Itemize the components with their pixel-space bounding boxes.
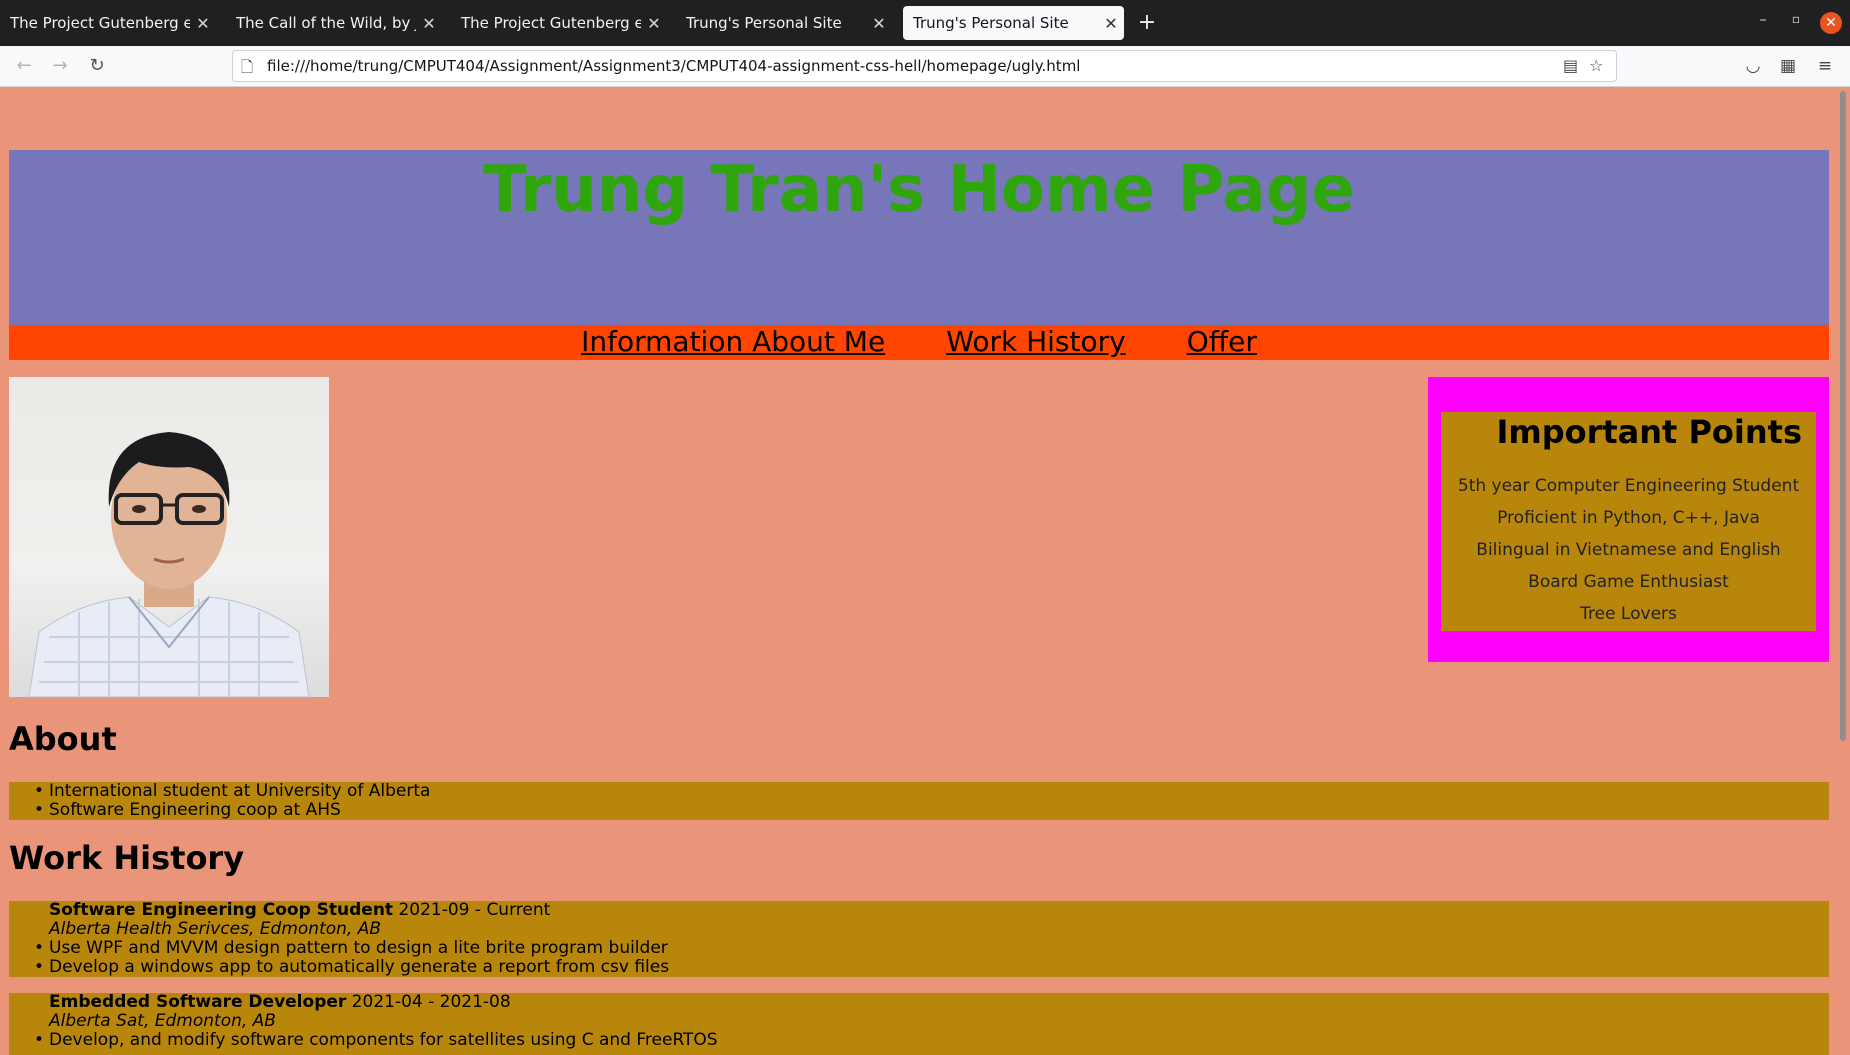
page-scrollbar[interactable]: [1838, 87, 1850, 1055]
tab-title: Trung's Personal Site: [686, 14, 842, 32]
nav-link-work-history[interactable]: Work History: [946, 325, 1125, 359]
site-nav: Information About Me Work History Offer: [9, 325, 1829, 360]
bookmark-star-icon[interactable]: ☆: [1589, 56, 1603, 75]
scrollbar-thumb[interactable]: [1840, 91, 1846, 741]
job-title: Embedded Software Developer: [49, 992, 347, 1012]
back-icon[interactable]: ←: [12, 54, 36, 78]
list-item: Software Engineering coop at AHS: [34, 801, 1829, 821]
close-icon[interactable]: ✕: [416, 14, 442, 33]
job-entry: Embedded Software Developer 2021-04 - 20…: [9, 993, 1829, 1055]
new-tab-icon[interactable]: +: [1135, 10, 1159, 35]
browser-tab[interactable]: Trung's Personal Site ✕: [676, 6, 892, 40]
extension-icon[interactable]: ▦: [1777, 56, 1799, 76]
list-item: Bilingual in Vietnamese and English: [1476, 540, 1781, 560]
list-item: Tree Lovers: [1580, 604, 1677, 624]
list-item: Develop a windows app to automatically g…: [34, 958, 1829, 978]
about-list: International student at University of A…: [9, 782, 1829, 821]
menu-icon[interactable]: ≡: [1814, 56, 1836, 76]
browser-tab[interactable]: The Project Gutenberg eBoo ✕: [0, 6, 216, 40]
url-bar[interactable]: 🗋 file:///home/trung/CMPUT404/Assignment…: [232, 50, 1617, 82]
important-points-heading: Important Points: [1496, 413, 1802, 451]
browser-tab[interactable]: The Project Gutenberg eBoo ✕: [451, 6, 667, 40]
header-banner: Trung Tran's Home Page: [9, 150, 1829, 325]
job-header: Software Engineering Coop Student 2021-0…: [49, 901, 1829, 920]
work-history-heading: Work History: [9, 839, 245, 877]
list-item: Board Game Enthusiast: [1528, 572, 1729, 592]
close-icon[interactable]: ✕: [190, 14, 216, 33]
close-icon[interactable]: ✕: [866, 14, 892, 33]
nav-link-offer[interactable]: Offer: [1187, 325, 1257, 359]
list-item: International student at University of A…: [34, 782, 1829, 802]
tab-title: The Project Gutenberg eBoo: [10, 14, 190, 32]
tab-title: The Call of the Wild, by Jack: [236, 14, 416, 32]
window-close-icon[interactable]: ✕: [1820, 12, 1842, 34]
close-icon[interactable]: ✕: [641, 14, 667, 33]
important-points-inner: Important Points 5th year Computer Engin…: [1441, 412, 1816, 631]
job-dates: 2021-04 - 2021-08: [346, 992, 511, 1012]
forward-icon[interactable]: →: [48, 54, 72, 78]
page-icon: 🗋: [241, 58, 254, 76]
job-location: Alberta Sat, Edmonton, AB: [49, 1011, 276, 1031]
page-title: Trung Tran's Home Page: [483, 153, 1355, 227]
minimize-icon[interactable]: –: [1752, 12, 1774, 28]
restore-icon[interactable]: ▫: [1785, 12, 1807, 26]
job-location: Alberta Health Serivces, Edmonton, AB: [49, 919, 382, 939]
list-item: 5th year Computer Engineering Student: [1457, 476, 1800, 496]
job-header: Embedded Software Developer 2021-04 - 20…: [49, 993, 1829, 1012]
job-details: Software Engineering Coop Student 2021-0…: [9, 901, 1829, 978]
job-details: Embedded Software Developer 2021-04 - 20…: [9, 993, 1829, 1051]
close-icon[interactable]: ✕: [1098, 14, 1124, 33]
browser-tab-bar: The Project Gutenberg eBoo ✕ The Call of…: [0, 0, 1850, 46]
important-points-list: 5th year Computer Engineering Student Pr…: [1441, 470, 1816, 630]
tab-title: The Project Gutenberg eBoo: [461, 14, 641, 32]
browser-tab-active[interactable]: Trung's Personal Site ✕: [903, 6, 1124, 40]
important-points-box: Important Points 5th year Computer Engin…: [1428, 377, 1829, 662]
job-dates: 2021-09 - Current: [393, 900, 551, 920]
reader-view-icon[interactable]: ▤: [1563, 56, 1578, 75]
profile-photo-illustration: [28, 432, 310, 697]
url-text[interactable]: file:///home/trung/CMPUT404/Assignment/A…: [267, 57, 1080, 75]
browser-nav-bar: ← → ↻ 🗋 file:///home/trung/CMPUT404/Assi…: [0, 46, 1850, 87]
pocket-icon[interactable]: ◡: [1742, 56, 1764, 76]
list-item: Use WPF and MVVM design pattern to desig…: [34, 939, 1829, 959]
list-item: Proficient in Python, C++, Java: [1497, 508, 1760, 528]
reload-icon[interactable]: ↻: [85, 54, 109, 78]
about-heading: About: [9, 720, 117, 758]
tab-title: Trung's Personal Site: [913, 14, 1069, 32]
nav-link-about[interactable]: Information About Me: [581, 325, 885, 359]
profile-photo: [9, 377, 329, 697]
list-item: Develop, and modify software components …: [34, 1031, 1829, 1051]
about-list-block: International student at University of A…: [9, 782, 1829, 820]
browser-tab[interactable]: The Call of the Wild, by Jack ✕: [226, 6, 442, 40]
job-title: Software Engineering Coop Student: [49, 900, 394, 920]
job-entry: Software Engineering Coop Student 2021-0…: [9, 901, 1829, 977]
page-viewport: Trung Tran's Home Page Information About…: [0, 87, 1838, 1055]
